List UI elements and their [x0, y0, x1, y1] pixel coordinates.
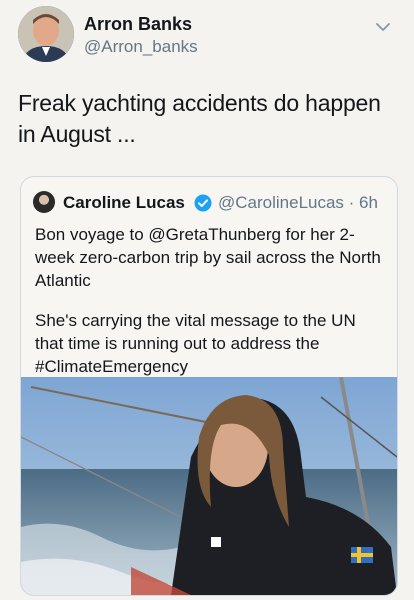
- quoted-tweet-text: Bon voyage to @GretaThunberg for her 2-w…: [35, 223, 385, 395]
- chevron-down-icon[interactable]: [374, 18, 392, 36]
- verified-badge-icon: [194, 194, 212, 212]
- quoted-author-meta[interactable]: @CarolineLucas · 6h: [218, 193, 378, 213]
- author-handle[interactable]: @Arron_banks: [84, 37, 198, 57]
- tweet-header: Arron Banks @Arron_banks: [18, 6, 398, 64]
- quoted-tweet-header: Caroline Lucas @CarolineLucas · 6h: [33, 191, 393, 215]
- quoted-paragraph-2: She's carrying the vital message to the …: [35, 311, 356, 376]
- quoted-author-name[interactable]: Caroline Lucas: [63, 193, 185, 213]
- quoted-paragraph-1: Bon voyage to @GretaThunberg for her 2-w…: [35, 225, 381, 290]
- quoted-author-handle[interactable]: @CarolineLucas: [218, 193, 344, 212]
- quoted-author-avatar[interactable]: [33, 191, 55, 213]
- quoted-tweet[interactable]: Caroline Lucas @CarolineLucas · 6h Bon v…: [20, 176, 398, 596]
- author-avatar[interactable]: [18, 6, 74, 62]
- author-name[interactable]: Arron Banks: [84, 14, 192, 35]
- quoted-tweet-time: · 6h: [348, 193, 378, 212]
- quoted-tweet-photo[interactable]: [21, 377, 397, 595]
- tweet-text: Freak yachting accidents do happen in Au…: [18, 90, 381, 147]
